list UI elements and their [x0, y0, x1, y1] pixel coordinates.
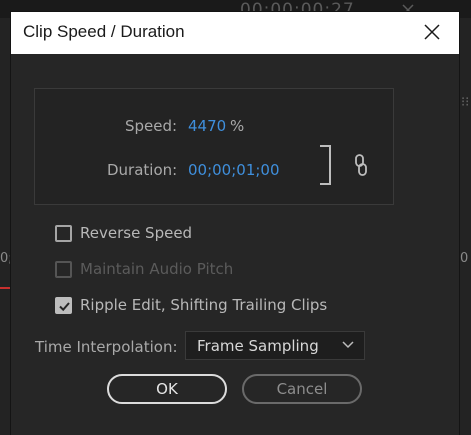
dialog-titlebar: Clip Speed / Duration [11, 12, 459, 54]
close-icon[interactable] [421, 21, 443, 43]
speed-value-field[interactable]: 4470 [188, 117, 226, 135]
chain-link-icon[interactable] [354, 154, 368, 176]
speed-unit: % [230, 117, 245, 135]
background-right-panel [459, 18, 471, 435]
reverse-speed-checkbox-box[interactable] [55, 224, 72, 242]
time-interpolation-value: Frame Sampling [197, 337, 319, 355]
link-bracket-icon [320, 145, 331, 185]
cancel-button[interactable]: Cancel [242, 374, 362, 404]
chevron-down-icon [342, 341, 354, 349]
maintain-audio-pitch-label: Maintain Audio Pitch [80, 260, 234, 278]
checkmark-icon [59, 301, 70, 311]
duration-value-field[interactable]: 00;00;01;00 [188, 161, 280, 179]
maintain-audio-pitch-checkbox-box [55, 260, 72, 278]
ripple-edit-checkbox[interactable]: Ripple Edit, Shifting Trailing Clips [55, 294, 327, 316]
duration-label: Duration: [107, 161, 178, 179]
maintain-audio-pitch-checkbox: Maintain Audio Pitch [55, 258, 233, 280]
background-marker-icon: ⁝⁝ [461, 95, 470, 110]
time-interpolation-select[interactable]: Frame Sampling [185, 331, 365, 360]
clip-speed-dialog: Clip Speed / Duration Speed: 4470 % Dura… [11, 12, 459, 435]
speed-duration-group [34, 88, 394, 205]
dialog-title: Clip Speed / Duration [23, 22, 185, 41]
time-interpolation-label: Time Interpolation: [35, 338, 178, 356]
ok-button[interactable]: OK [107, 374, 227, 404]
reverse-speed-checkbox[interactable]: Reverse Speed [55, 222, 192, 244]
reverse-speed-label: Reverse Speed [80, 224, 193, 242]
playhead-line [0, 287, 10, 289]
ripple-edit-checkbox-box[interactable] [55, 296, 72, 314]
background-right-timecode: 0 [460, 251, 469, 266]
speed-label: Speed: [125, 117, 178, 135]
ripple-edit-label: Ripple Edit, Shifting Trailing Clips [80, 296, 328, 314]
